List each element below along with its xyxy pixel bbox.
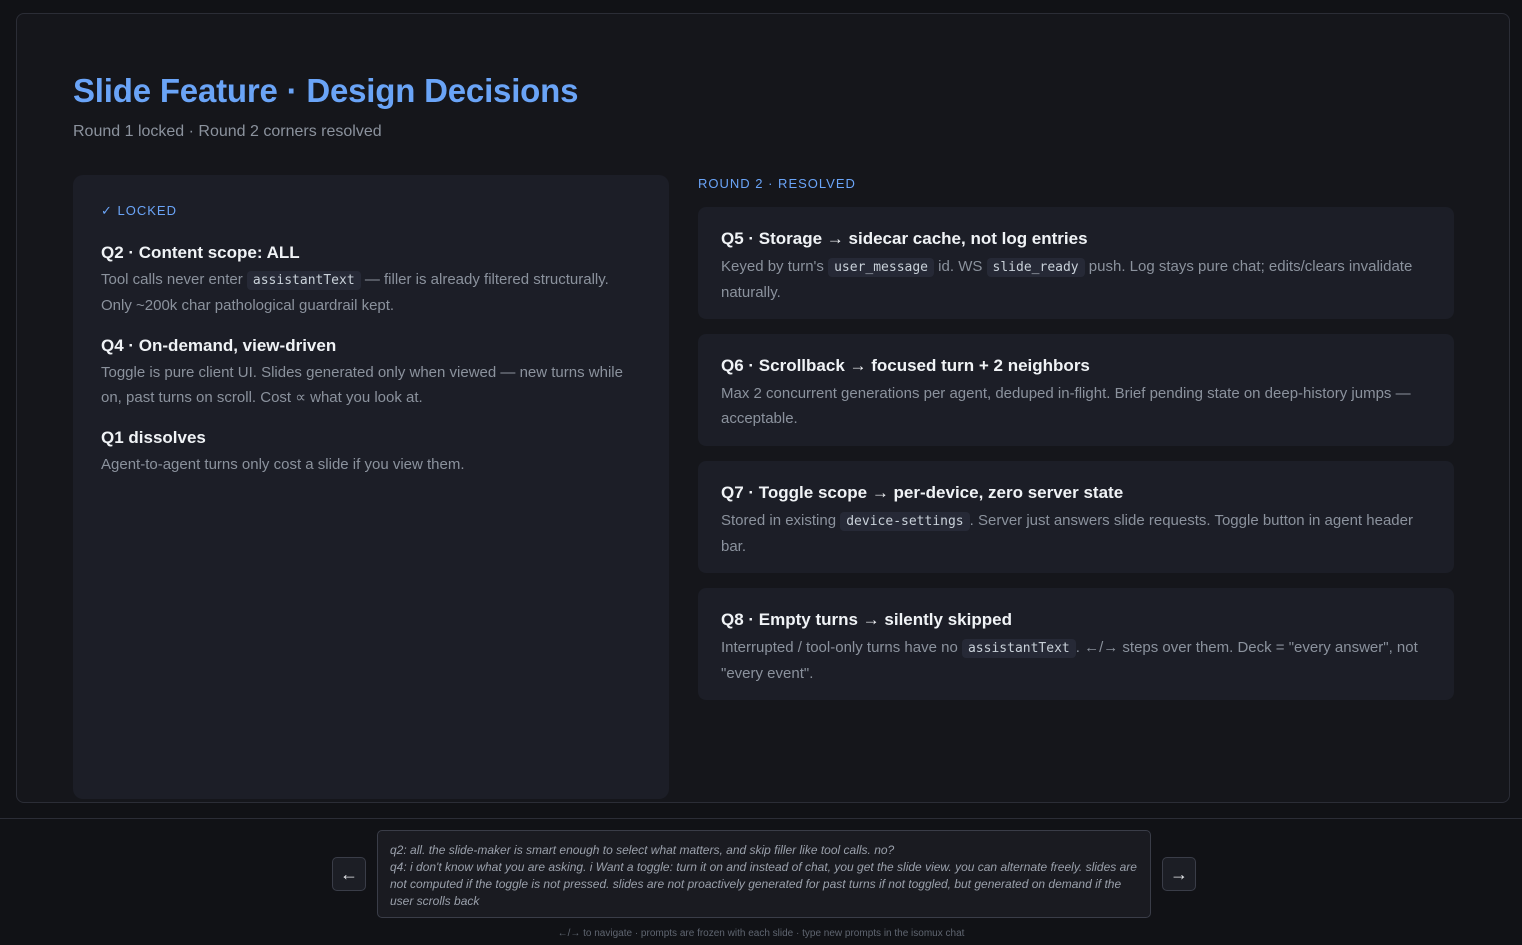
code-device-settings: device-settings — [840, 512, 970, 531]
locked-item-q2: Q2 · Content scope: ALL Tool calls never… — [101, 243, 641, 318]
resolved-label: ROUND 2 · RESOLVED — [698, 176, 856, 191]
item-body: Tool calls never enter assistantText — f… — [101, 267, 641, 318]
slide-title: Slide Feature · Design Decisions — [73, 72, 579, 109]
slide-frame: Slide Feature · Design Decisions Round 1… — [16, 13, 1510, 803]
code-slide-ready: slide_ready — [986, 258, 1085, 277]
resolved-card-q8: Q8 · Empty turns → silently skipped Inte… — [698, 588, 1454, 700]
footer-divider — [0, 818, 1522, 819]
item-title: Q1 dissolves — [101, 428, 206, 447]
item-title: Q2 · Content scope: ALL — [101, 243, 300, 262]
card-title: Q7 · Toggle scope → per-device, zero ser… — [721, 483, 1124, 502]
item-body: Agent-to-agent turns only cost a slide i… — [101, 456, 465, 473]
resolved-card-q5: Q5 · Storage → sidecar cache, not log en… — [698, 207, 1454, 319]
item-body: Toggle is pure client UI. Slides generat… — [101, 364, 623, 406]
card-body: Max 2 concurrent generations per agent, … — [721, 385, 1411, 427]
resolved-card-q6: Q6 · Scrollback → focused turn + 2 neigh… — [698, 334, 1454, 446]
prev-slide-button[interactable]: ← — [332, 857, 366, 891]
code-assistant-text: assistantText — [246, 271, 361, 290]
frozen-prompt-box: q2: all. the slide-maker is smart enough… — [377, 830, 1151, 918]
card-title: Q8 · Empty turns → silently skipped — [721, 610, 1012, 629]
locked-label: ✓ LOCKED — [101, 203, 177, 218]
body-text: id. WS — [934, 258, 987, 275]
body-text: Tool calls never enter — [101, 271, 247, 288]
card-title: Q6 · Scrollback → focused turn + 2 neigh… — [721, 356, 1090, 375]
body-text: Keyed by turn's — [721, 258, 829, 275]
resolved-column: ROUND 2 · RESOLVED Q5 · Storage → sideca… — [698, 176, 1454, 715]
next-slide-button[interactable]: → — [1162, 857, 1196, 891]
slide-subtitle: Round 1 locked · Round 2 corners resolve… — [73, 123, 382, 140]
card-body: Stored in existing device-settings. Serv… — [721, 508, 1431, 559]
code-assistant-text: assistantText — [961, 639, 1076, 658]
locked-panel: ✓ LOCKED Q2 · Content scope: ALL Tool ca… — [73, 175, 669, 799]
card-title: Q5 · Storage → sidecar cache, not log en… — [721, 229, 1088, 248]
item-title: Q4 · On-demand, view-driven — [101, 336, 337, 355]
card-body: Keyed by turn's user_message id. WS slid… — [721, 254, 1431, 305]
prompt-line-q4: q4: i don't know what you are asking. i … — [390, 860, 1137, 908]
body-text: Interrupted / tool-only turns have no — [721, 639, 962, 656]
navigation-hint: ←/→ to navigate · prompts are frozen wit… — [557, 928, 965, 939]
code-user-message: user_message — [828, 258, 935, 277]
locked-item-q1: Q1 dissolves Agent-to-agent turns only c… — [101, 428, 641, 477]
resolved-card-q7: Q7 · Toggle scope → per-device, zero ser… — [698, 461, 1454, 573]
locked-item-q4: Q4 · On-demand, view-driven Toggle is pu… — [101, 336, 641, 410]
prompt-line-q2: q2: all. the slide-maker is smart enough… — [390, 843, 895, 857]
body-text: Stored in existing — [721, 512, 841, 529]
card-body: Interrupted / tool-only turns have no as… — [721, 635, 1431, 686]
